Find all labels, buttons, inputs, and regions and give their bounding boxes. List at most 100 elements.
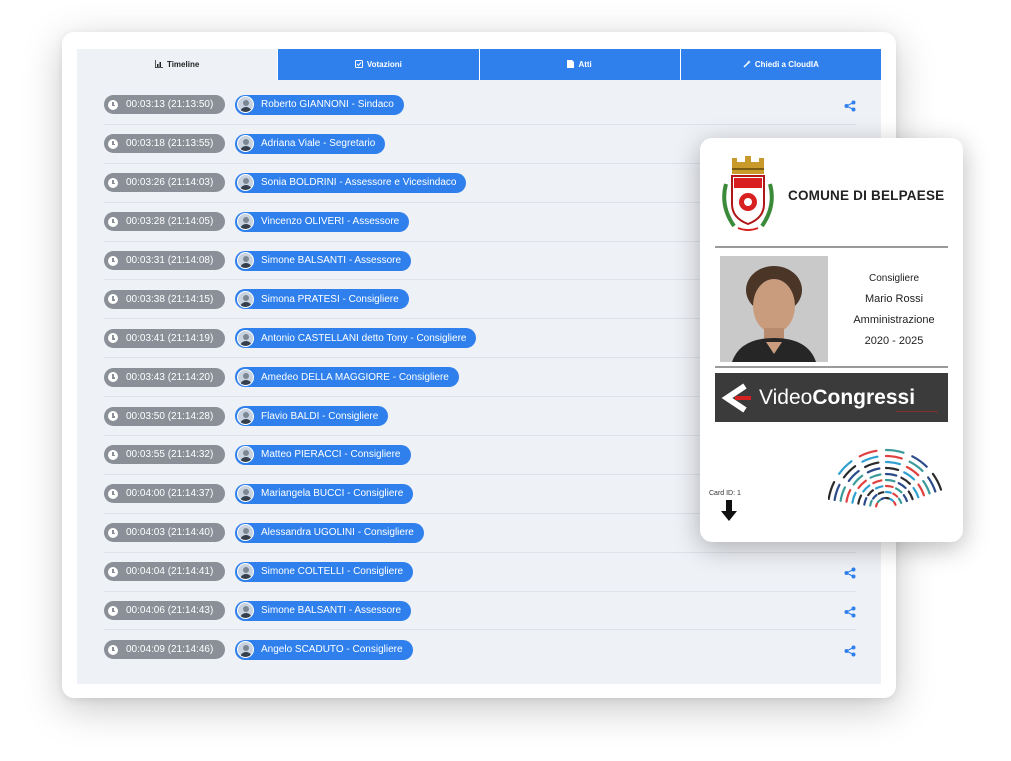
- speaker-badge[interactable]: Simone BALSANTI - Assessore: [235, 600, 412, 621]
- tab-label: Votazioni: [366, 60, 402, 69]
- divider: [715, 366, 948, 368]
- speaker-badge[interactable]: Sonia BOLDRINI - Assessore e Vicesindaco: [235, 172, 467, 193]
- time-badge[interactable]: 00:03:28 (21:14:05): [104, 212, 225, 232]
- speaker-badge[interactable]: Adriana Viale - Segretario: [235, 133, 386, 154]
- member-name: Mario Rossi: [864, 293, 924, 305]
- clock-icon: [108, 138, 118, 149]
- tab-chiedi-a-cloudia[interactable]: Chiedi a CloudIA: [680, 49, 881, 80]
- share-icon[interactable]: [844, 566, 856, 579]
- clock-icon: [108, 99, 118, 110]
- clock-icon: [108, 255, 118, 266]
- time-badge[interactable]: 00:03:13 (21:13:50): [104, 95, 225, 115]
- time-badge[interactable]: 00:03:18 (21:13:55): [104, 134, 225, 154]
- avatar: [237, 446, 254, 464]
- time-badge[interactable]: 00:03:38 (21:14:15): [104, 289, 225, 309]
- speaker-badge[interactable]: Matteo PIERACCI - Consigliere: [235, 444, 411, 465]
- speaker-badge[interactable]: Vincenzo OLIVERI - Assessore: [235, 211, 410, 232]
- avatar: [237, 290, 254, 308]
- speaker-badge[interactable]: Angelo SCADUTO - Consigliere: [235, 639, 413, 660]
- tab-bar: Timeline Votazioni Atti Chiedi a CloudIA: [77, 49, 881, 80]
- clock-icon: [108, 605, 118, 616]
- time-badge[interactable]: 00:04:00 (21:14:37): [104, 484, 225, 504]
- time-badge[interactable]: 00:03:26 (21:14:03): [104, 173, 225, 193]
- time-badge[interactable]: 00:03:41 (21:14:19): [104, 328, 225, 348]
- member-info: Consigliere Mario Rossi Amministrazione …: [838, 268, 950, 352]
- time-text: 00:03:28 (21:14:05): [126, 216, 214, 228]
- avatar: [237, 563, 254, 581]
- vc-text: VideoCongressi: [759, 385, 916, 409]
- time-badge[interactable]: 00:03:31 (21:14:08): [104, 251, 225, 270]
- speaker-badge[interactable]: Simone COLTELLI - Consigliere: [235, 561, 414, 582]
- share-icon[interactable]: [844, 644, 856, 657]
- speaker-badge[interactable]: Roberto GIANNONI - Sindaco: [235, 94, 404, 115]
- vc-tagline: ―――――――: [896, 409, 938, 415]
- member-photo: [720, 256, 828, 362]
- share-icon[interactable]: [844, 605, 856, 618]
- member-role: Consigliere: [868, 273, 920, 284]
- speaker-badge[interactable]: Antonio CASTELLANI detto Tony - Consigli…: [235, 328, 477, 349]
- speaker-badge[interactable]: Amedeo DELLA MAGGIORE - Consigliere: [235, 367, 459, 388]
- avatar: [237, 213, 254, 231]
- clock-icon: [108, 411, 118, 422]
- divider: [715, 246, 948, 248]
- speaker-name: Flavio BALDI - Consigliere: [261, 410, 379, 422]
- vote-icon: [354, 59, 363, 70]
- time-text: 00:03:50 (21:14:28): [126, 410, 214, 422]
- id-card: COMUNE DI BELPAESE Consigliere Mario Ros…: [700, 138, 963, 542]
- speaker-badge[interactable]: Simone BALSANTI - Assessore: [235, 250, 412, 271]
- timeline-row: 00:04:04 (21:14:41) Simone COLTELLI - Con…: [104, 553, 856, 592]
- time-text: 00:04:09 (21:14:46): [126, 644, 214, 656]
- time-badge[interactable]: 00:03:50 (21:14:28): [104, 406, 225, 426]
- clock-icon: [108, 566, 118, 577]
- speaker-badge[interactable]: Simona PRATESI - Consigliere: [235, 289, 409, 310]
- tab-atti[interactable]: Atti: [479, 49, 681, 80]
- time-text: 00:03:13 (21:13:50): [126, 99, 214, 111]
- avatar: [237, 524, 254, 542]
- time-badge[interactable]: 00:03:55 (21:14:32): [104, 445, 225, 465]
- time-text: 00:04:04 (21:14:41): [126, 566, 214, 578]
- member-period: 2020 - 2025: [864, 335, 924, 347]
- speaker-name: Matteo PIERACCI - Consigliere: [261, 449, 401, 461]
- time-text: 00:03:55 (21:14:32): [126, 449, 214, 461]
- speaker-name: Vincenzo OLIVERI - Assessore: [261, 216, 400, 228]
- speaker-name: Roberto GIANNONI - Sindaco: [261, 99, 394, 111]
- avatar: [237, 368, 254, 386]
- tab-label: Atti: [578, 60, 592, 69]
- timeline-row: 00:03:13 (21:13:50) Roberto GIANNONI - Si…: [104, 86, 856, 125]
- clock-icon: [108, 488, 118, 499]
- tab-timeline[interactable]: Timeline: [77, 49, 279, 80]
- clock-icon: [108, 372, 118, 383]
- timeline-row: 00:04:09 (21:14:46) Angelo SCADUTO - Cons…: [104, 630, 856, 669]
- speaker-name: Simone BALSANTI - Assessore: [261, 605, 402, 617]
- time-badge[interactable]: 00:04:03 (21:14:40): [104, 523, 225, 543]
- card-id: Card ID: 1: [709, 490, 741, 497]
- tab-votazioni[interactable]: Votazioni: [278, 49, 480, 80]
- avatar: [237, 135, 254, 153]
- speaker-badge[interactable]: Flavio BALDI - Consigliere: [235, 406, 389, 427]
- time-badge[interactable]: 00:04:09 (21:14:46): [104, 640, 225, 660]
- time-badge[interactable]: 00:04:04 (21:14:41): [104, 562, 225, 582]
- clock-icon: [108, 449, 118, 460]
- document-icon: [567, 59, 575, 70]
- time-text: 00:03:18 (21:13:55): [126, 138, 214, 150]
- avatar: [237, 252, 254, 269]
- share-icon[interactable]: [844, 99, 856, 112]
- avatar: [237, 407, 254, 425]
- tab-label: Chiedi a CloudIA: [754, 60, 819, 69]
- vc-logo-icon: [721, 383, 751, 412]
- time-badge[interactable]: 00:04:06 (21:14:43): [104, 601, 225, 621]
- avatar: [237, 485, 254, 503]
- avatar: [237, 96, 254, 114]
- speaker-badge[interactable]: Alessandra UGOLINI - Consigliere: [235, 522, 424, 543]
- time-badge[interactable]: 00:03:43 (21:14:20): [104, 367, 225, 387]
- speaker-name: Amedeo DELLA MAGGIORE - Consigliere: [261, 371, 449, 383]
- speaker-badge[interactable]: Mariangela BUCCI - Consigliere: [235, 483, 414, 504]
- videocongressi-logo: VideoCongressi ―――――――: [715, 373, 948, 422]
- crest-icon: [722, 156, 774, 231]
- speaker-name: Angelo SCADUTO - Consigliere: [261, 644, 403, 656]
- avatar: [237, 602, 254, 620]
- clock-icon: [108, 216, 118, 227]
- time-text: 00:04:03 (21:14:40): [126, 527, 214, 539]
- time-text: 00:04:06 (21:14:43): [126, 605, 214, 617]
- chart-icon: [154, 59, 163, 70]
